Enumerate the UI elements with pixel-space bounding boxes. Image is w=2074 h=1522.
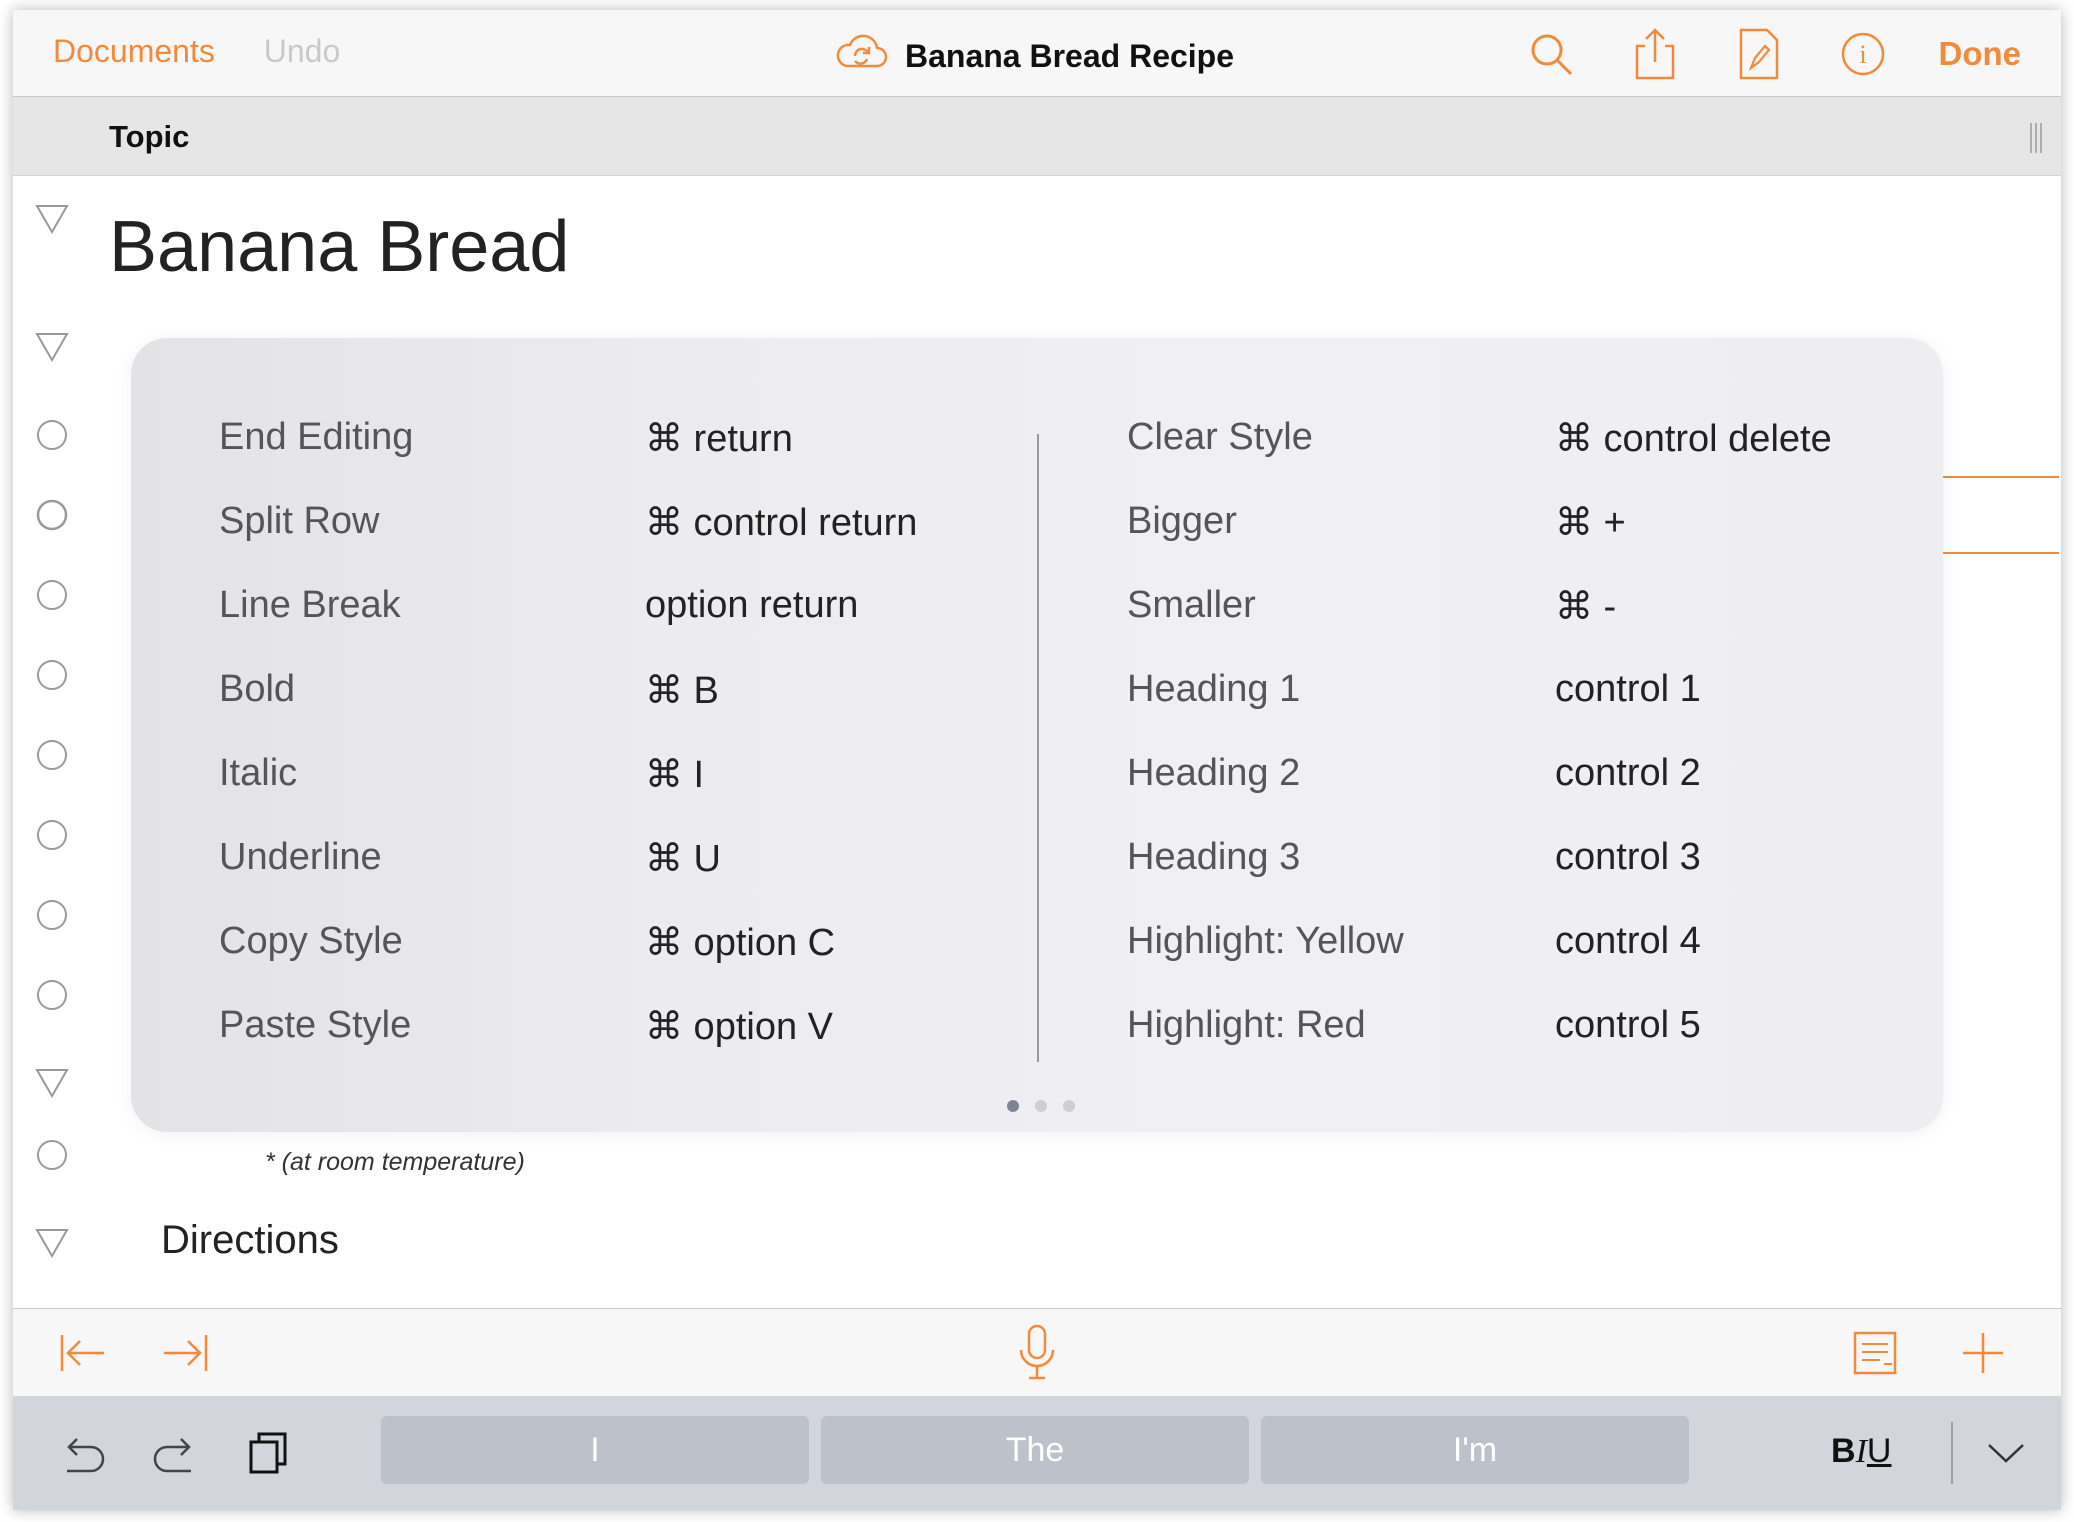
row-handle-icon[interactable] xyxy=(33,976,71,1014)
disclosure-triangle-icon[interactable] xyxy=(33,200,71,238)
add-icon[interactable] xyxy=(1955,1325,2011,1381)
shortcut-key: ⌘ - xyxy=(1555,586,1617,628)
suggestion-button[interactable]: I'm xyxy=(1261,1416,1689,1484)
hide-keyboard-icon[interactable] xyxy=(1979,1426,2033,1480)
nav-right-group: i Done xyxy=(1475,26,2022,82)
disclosure-triangle-icon[interactable] xyxy=(33,1064,71,1102)
shortcut-label: Highlight: Red xyxy=(1127,1004,1366,1046)
shortcut-label: Heading 3 xyxy=(1127,836,1301,878)
disclosure-triangle-icon[interactable] xyxy=(33,328,71,366)
outline-row-directions[interactable]: Directions xyxy=(161,1218,339,1263)
shortcut-key: ⌘ option V xyxy=(645,1006,833,1048)
column-divider xyxy=(1037,434,1039,1062)
shortcut-key: control 2 xyxy=(1555,752,1701,794)
share-icon[interactable] xyxy=(1627,26,1683,82)
column-title[interactable]: Topic xyxy=(109,119,189,155)
shortcut-label: Split Row xyxy=(219,500,380,542)
row-handle-icon[interactable] xyxy=(33,656,71,694)
shortcut-label: End Editing xyxy=(219,416,414,458)
row-handle-icon[interactable] xyxy=(33,416,71,454)
document-style-icon[interactable] xyxy=(1731,26,1787,82)
page-dot[interactable] xyxy=(1035,1100,1047,1112)
shortcut-key: control 5 xyxy=(1555,1004,1701,1046)
shortcut-label: Line Break xyxy=(219,584,401,626)
undo-button[interactable]: Undo xyxy=(264,33,341,69)
shortcut-key: ⌘ I xyxy=(645,754,705,796)
row-handle-icon[interactable] xyxy=(33,1136,71,1174)
shortcut-label: Heading 2 xyxy=(1127,752,1301,794)
row-handle-icon[interactable] xyxy=(33,496,71,534)
clipboard-icon[interactable] xyxy=(241,1426,295,1480)
document-title: Banana Bread Recipe xyxy=(905,37,1235,74)
italic-label: I xyxy=(1855,1433,1867,1470)
done-button[interactable]: Done xyxy=(1939,35,2022,73)
shortcut-label: Copy Style xyxy=(219,920,403,962)
shortcut-label: Smaller xyxy=(1127,584,1256,626)
page-indicator[interactable] xyxy=(1007,1100,1075,1112)
column-header: Topic xyxy=(13,97,2061,176)
page-dot-active[interactable] xyxy=(1007,1100,1019,1112)
navigation-bar: Documents Undo Banana Bread Recipe i Don… xyxy=(13,10,2061,97)
note-icon[interactable] xyxy=(1847,1325,1903,1381)
svg-text:i: i xyxy=(1859,40,1866,69)
outdent-icon[interactable] xyxy=(55,1325,111,1381)
undo-icon[interactable] xyxy=(57,1426,111,1480)
shortcut-key: ⌘ return xyxy=(645,418,793,460)
shortcut-label: Bold xyxy=(219,668,296,710)
row-handle-icon[interactable] xyxy=(33,736,71,774)
shortcut-key: ⌘ B xyxy=(645,670,719,712)
format-biu-button[interactable]: BIU xyxy=(1831,1432,1891,1471)
editing-toolbar xyxy=(13,1308,2061,1397)
row-handle-icon[interactable] xyxy=(33,896,71,934)
document-title-area: Banana Bread Recipe xyxy=(833,32,1234,80)
shortcut-key: control 4 xyxy=(1555,920,1701,962)
page-dot[interactable] xyxy=(1063,1100,1075,1112)
shortcut-label: Bigger xyxy=(1127,500,1237,542)
outline-title-row[interactable]: Banana Bread xyxy=(109,206,569,288)
app-window: Documents Undo Banana Bread Recipe i Don… xyxy=(13,10,2061,1510)
underline-label: U xyxy=(1866,1432,1892,1470)
shortcut-key: ⌘ + xyxy=(1555,502,1626,544)
info-icon[interactable]: i xyxy=(1835,26,1891,82)
shortcut-key: ⌘ option C xyxy=(645,922,836,964)
indent-icon[interactable] xyxy=(157,1325,213,1381)
shortcut-key: option return xyxy=(645,584,859,626)
redo-icon[interactable] xyxy=(147,1426,201,1480)
keyboard-shortcuts-overlay: End Editing ⌘ return Split Row ⌘ control… xyxy=(131,338,1943,1132)
shortcut-label: Clear Style xyxy=(1127,416,1313,458)
shortcut-label: Highlight: Yellow xyxy=(1127,920,1404,962)
shortcut-label: Heading 1 xyxy=(1127,668,1301,710)
shortcut-key: ⌘ U xyxy=(645,838,721,880)
keyboard-bar-divider xyxy=(1951,1422,1953,1484)
suggestion-button[interactable]: I xyxy=(381,1416,809,1484)
row-note[interactable]: * (at room temperature) xyxy=(265,1148,525,1177)
disclosure-triangle-icon[interactable] xyxy=(33,1224,71,1262)
shortcut-key: control 1 xyxy=(1555,668,1701,710)
keyboard-shortcut-bar: I The I'm BIU xyxy=(13,1396,2061,1510)
row-handle-icon[interactable] xyxy=(33,816,71,854)
shortcut-key: control 3 xyxy=(1555,836,1701,878)
shortcut-key: ⌘ control delete xyxy=(1555,418,1832,460)
shortcut-label: Italic xyxy=(219,752,298,794)
shortcut-key: ⌘ control return xyxy=(645,502,918,544)
nav-left-group: Documents Undo xyxy=(53,33,380,70)
search-icon[interactable] xyxy=(1523,26,1579,82)
shortcut-label: Paste Style xyxy=(219,1004,412,1046)
shortcut-label: Underline xyxy=(219,836,382,878)
column-resize-grip-icon[interactable] xyxy=(2029,123,2043,158)
microphone-icon[interactable] xyxy=(1009,1324,1065,1381)
documents-button[interactable]: Documents xyxy=(53,33,215,69)
row-handle-icon[interactable] xyxy=(33,576,71,614)
bold-label: B xyxy=(1831,1432,1856,1470)
cloud-sync-icon[interactable] xyxy=(833,32,889,80)
suggestion-button[interactable]: The xyxy=(821,1416,1249,1484)
